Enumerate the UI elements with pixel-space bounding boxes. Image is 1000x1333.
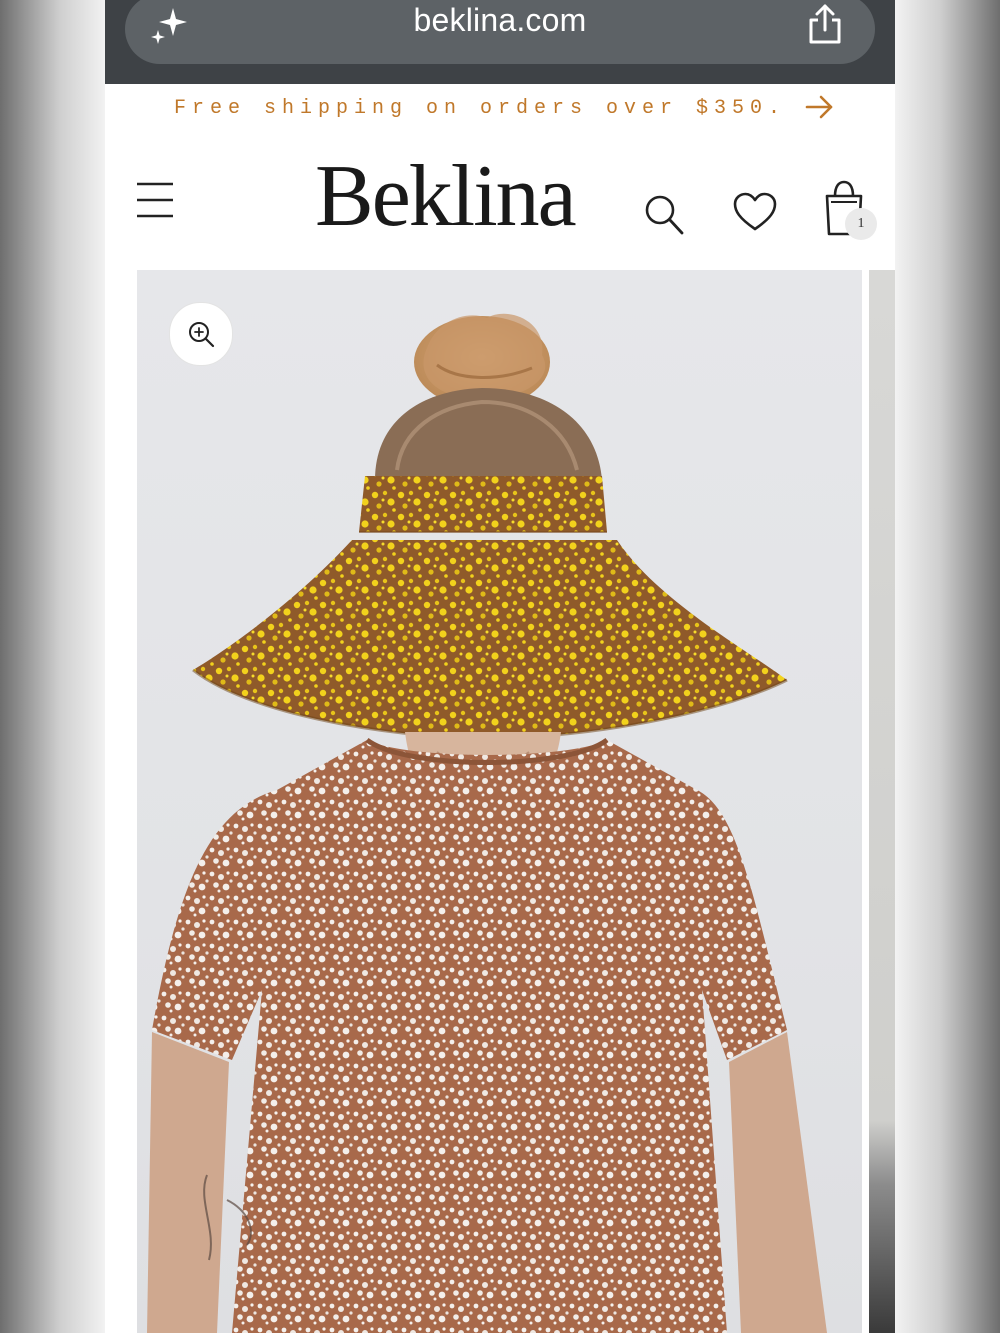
site-logo[interactable]: Beklina — [315, 146, 577, 247]
share-icon[interactable] — [805, 2, 845, 46]
search-icon[interactable] — [643, 192, 685, 238]
address-bar[interactable]: beklina.com — [125, 0, 875, 64]
browser-toolbar: beklina.com — [105, 0, 895, 84]
arrow-right-icon[interactable] — [805, 94, 835, 120]
phone-viewport: beklina.com Free shipping on orders over… — [105, 0, 895, 1333]
url-text: beklina.com — [413, 2, 587, 38]
promo-text: Free shipping on orders over $350. — [173, 96, 787, 120]
zoom-button[interactable] — [169, 302, 233, 366]
cart-count-badge: 1 — [845, 208, 877, 240]
next-product-image[interactable] — [869, 270, 895, 1333]
hamburger-menu-icon[interactable] — [135, 180, 175, 220]
promo-banner[interactable]: Free shipping on orders over $350. — [105, 84, 895, 132]
site-header: Beklina 1 — [105, 140, 895, 260]
product-photo — [147, 313, 827, 1333]
product-image[interactable] — [137, 270, 862, 1333]
heart-icon[interactable] — [733, 192, 777, 232]
zoom-in-icon — [189, 322, 215, 348]
